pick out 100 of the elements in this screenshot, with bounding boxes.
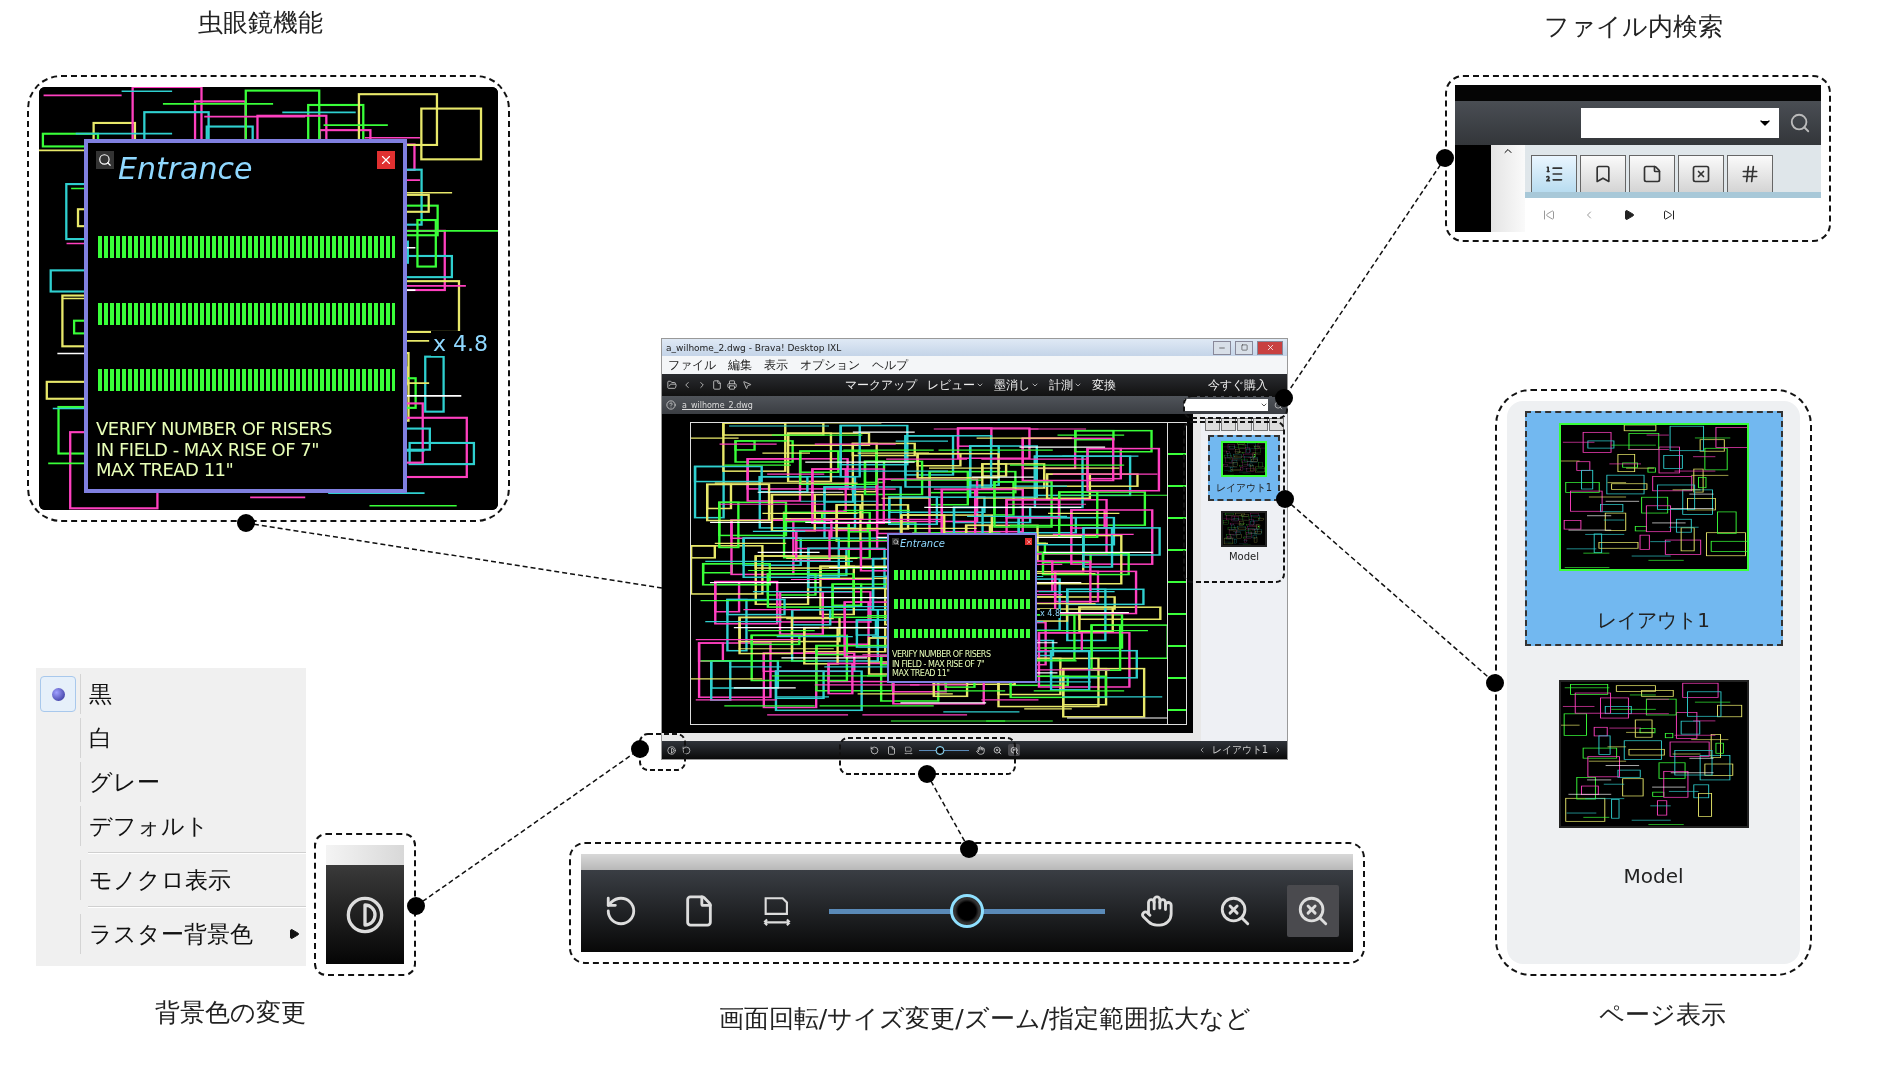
refresh-icon[interactable] (682, 745, 691, 755)
page-thumbnail[interactable]: レイアウト1 (1208, 435, 1280, 501)
drawing-label: Entrance (900, 538, 945, 549)
magnifier-window[interactable]: Entrance VERIFY NUMBER OF RISERS IN FIELD - MAX RISE OF 7" MAX TREAD 11" (887, 533, 1037, 683)
page-label: レイアウト1 (1597, 607, 1710, 634)
bookmark-tab[interactable] (1580, 155, 1626, 192)
rotate-icon (604, 894, 638, 928)
crossed-box-icon (1691, 164, 1711, 184)
feature-caption: 虫眼鏡機能 (197, 7, 323, 39)
menu-item[interactable]: 編集 (728, 356, 752, 374)
page-thumbnail[interactable]: レイアウト1 (1524, 411, 1783, 646)
note-tab[interactable] (1629, 155, 1675, 192)
zoom-area-icon (992, 745, 1002, 755)
feature-caption: ファイル内検索 (1543, 11, 1723, 43)
caret-icon (975, 381, 984, 389)
menu-item[interactable]: 白 (89, 722, 306, 754)
page-thumbnail[interactable]: Model (1524, 668, 1783, 900)
drawing-label: Entrance (118, 151, 253, 186)
folder-icon[interactable] (667, 380, 677, 390)
menu-item[interactable]: 黒 (89, 678, 306, 710)
close-button[interactable] (1257, 340, 1283, 355)
back-icon[interactable] (682, 380, 692, 390)
page-label: レイアウト1 (1215, 481, 1273, 495)
menu-item[interactable]: グレー (89, 766, 306, 798)
page-selector[interactable]: レイアウト1 (1211, 743, 1268, 757)
magnifier-window[interactable]: Entrance VERIFY NUMBER OF RISERS IN FIELD - MAX RISE OF 7" MAX TREAD 11" (84, 139, 407, 493)
print-icon[interactable] (727, 380, 737, 390)
menu-item[interactable]: ラスター背景色 (89, 918, 306, 950)
magnifier-icon[interactable] (892, 538, 899, 545)
page-preview-drawing (1221, 511, 1267, 547)
page-label: Model (1229, 551, 1259, 562)
page-button[interactable] (885, 744, 898, 756)
pan-button[interactable] (974, 744, 987, 756)
pointer-icon[interactable] (742, 380, 752, 390)
next-page-icon[interactable] (1274, 746, 1282, 754)
hand-icon (975, 745, 985, 755)
fit-width-button[interactable] (902, 744, 915, 756)
feature-caption: ページ表示 (1598, 999, 1726, 1031)
menu-item[interactable]: デフォルト (89, 810, 306, 842)
page-thumbnail[interactable]: Model (1208, 505, 1280, 568)
document-tab[interactable]: a_wilhome_2.dwg (682, 400, 1178, 410)
menu-item[interactable]: オプション (800, 356, 860, 374)
menu-item[interactable]: モノクロ表示 (89, 864, 306, 896)
close-icon[interactable] (377, 151, 395, 169)
contrast-icon[interactable] (667, 745, 676, 755)
zoom-icon (1296, 894, 1330, 928)
search-field[interactable] (1581, 108, 1779, 138)
page-icon[interactable] (712, 380, 722, 390)
dashed-outline (639, 733, 686, 771)
menu-item[interactable]: 表示 (764, 356, 788, 374)
page-preview-drawing (1221, 441, 1267, 477)
zoom-button[interactable] (1287, 885, 1339, 937)
minimize-button[interactable] (1213, 340, 1231, 355)
rotate-icon (869, 745, 879, 755)
menu-item[interactable]: ヘルプ (872, 356, 908, 374)
caret-icon (1030, 381, 1039, 389)
magnifier-icon[interactable] (96, 151, 114, 169)
toolbar-menu[interactable]: 計測 (1048, 376, 1082, 394)
radio-indicator[interactable] (40, 676, 76, 712)
list-tab[interactable] (1531, 155, 1577, 192)
dropdown-icon (1260, 401, 1268, 409)
scrollbar[interactable] (1193, 414, 1201, 741)
help-icon[interactable] (666, 400, 676, 410)
toolbar-menu[interactable]: レビュー (926, 376, 984, 394)
rotate-button[interactable] (868, 744, 881, 756)
zoom-area-icon (1218, 894, 1252, 928)
hash-tab[interactable] (1727, 155, 1773, 192)
feature-caption: 背景色の変更 (154, 997, 306, 1029)
first-page-icon[interactable] (1543, 209, 1555, 221)
feature-caption: 画面回転/サイズ変更/ズーム/指定範囲拡大など (718, 1003, 1252, 1035)
menu-item[interactable]: ファイル (668, 356, 716, 374)
scale-label: x 4.8 (1040, 609, 1060, 618)
crossed-box-tab[interactable] (1678, 155, 1724, 192)
forward-icon[interactable] (697, 380, 707, 390)
scale-label: x 4.8 (431, 331, 490, 356)
toolbar-menu[interactable]: 変換 (1091, 376, 1116, 394)
slider-thumb[interactable] (935, 745, 945, 755)
hash-icon (1740, 164, 1760, 184)
bookmark-icon (1593, 164, 1613, 184)
toolbar-menu[interactable]: 墨消し (993, 376, 1039, 394)
zoom-icon (1009, 745, 1019, 755)
page-icon (886, 745, 896, 755)
next-page-icon[interactable] (1623, 209, 1635, 221)
zoom-area-button[interactable] (991, 744, 1004, 756)
scrollbar[interactable] (1491, 145, 1525, 232)
scrollbar[interactable] (662, 733, 1193, 741)
page-label: Model (1623, 864, 1684, 888)
slider-thumb[interactable] (950, 894, 984, 928)
toolbar-menu[interactable]: マークアップ (844, 376, 917, 394)
contrast-icon[interactable] (345, 894, 385, 935)
buy-link[interactable]: 今すぐ購入 (1208, 376, 1268, 394)
drawing-note: VERIFY NUMBER OF RISERS IN FIELD - MAX RISE OF 7" MAX TREAD 11" (892, 650, 992, 678)
search-field[interactable] (1184, 399, 1268, 411)
maximize-button[interactable] (1235, 340, 1253, 355)
maximize-icon (1240, 344, 1248, 351)
fit-width-icon (903, 745, 913, 755)
note-icon (1642, 164, 1662, 184)
window-title: a_wilhome_2.dwg - Brava! Desktop IXL (666, 342, 843, 353)
last-page-icon[interactable] (1663, 209, 1675, 221)
caret-icon (1073, 381, 1082, 389)
